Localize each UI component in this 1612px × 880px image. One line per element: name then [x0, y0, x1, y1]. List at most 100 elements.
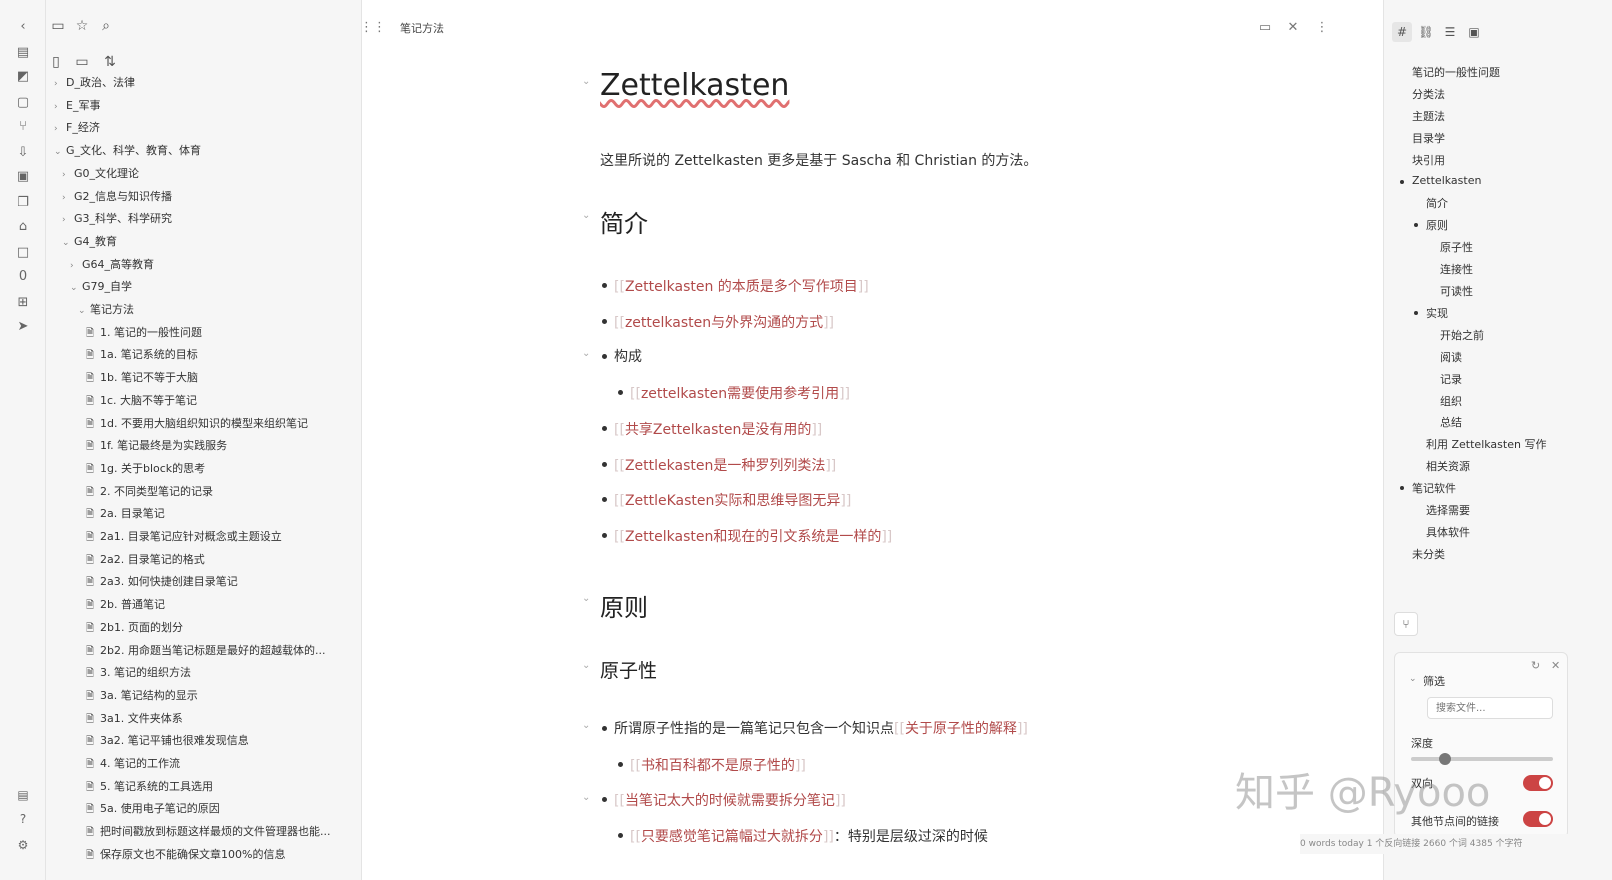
tree-file[interactable]: 🗎 4. 笔记的工作流: [86, 753, 180, 775]
outline-item[interactable]: 相关资源: [1426, 458, 1470, 474]
outline-item[interactable]: 原子性: [1440, 239, 1473, 255]
tree-file[interactable]: 🗎 2b. 普通笔记: [86, 594, 165, 616]
outline-item[interactable]: 阅读: [1440, 349, 1462, 365]
archive-icon[interactable]: ⌂: [14, 218, 32, 236]
outline-item[interactable]: 笔记软件: [1412, 480, 1456, 496]
graph-search-input[interactable]: [1427, 697, 1553, 719]
fold-toggle-icon[interactable]: ⌄: [582, 210, 590, 221]
help-icon[interactable]: ?: [14, 810, 32, 828]
calendar-icon[interactable]: ▣: [1464, 22, 1484, 42]
fold-toggle-icon[interactable]: ⌄: [582, 593, 590, 604]
tree-file[interactable]: 🗎 2b2. 用命题当笔记标题是最好的超越载体的...: [86, 640, 325, 662]
tree-folder[interactable]: › G3_科学、科学研究: [62, 208, 172, 230]
outline-item[interactable]: 连接性: [1440, 261, 1473, 277]
zero-icon[interactable]: 0: [14, 268, 32, 286]
tree-file[interactable]: 🗎 1a. 笔记系统的目标: [86, 344, 198, 366]
outline-item[interactable]: 具体软件: [1426, 524, 1470, 540]
tree-file[interactable]: 🗎 1d. 不要用大脑组织知识的模型来组织笔记: [86, 413, 308, 435]
outline-item[interactable]: 利用 Zettelkasten 写作: [1426, 436, 1546, 452]
wiki-link[interactable]: 只要感觉笔记篇幅过大就拆分: [641, 829, 823, 845]
outline-item[interactable]: 原则: [1426, 217, 1448, 233]
outline-item[interactable]: 实现: [1426, 305, 1448, 321]
tree-file[interactable]: 🗎 5a. 使用电子笔记的原因: [86, 798, 220, 820]
tree-file[interactable]: 🗎 2a. 目录笔记: [86, 503, 165, 525]
tree-file[interactable]: 🗎 2b1. 页面的划分: [86, 617, 183, 639]
wiki-link[interactable]: [[Zettelkasten 的本质是多个写作项目]]: [614, 276, 869, 296]
reading-view-icon[interactable]: ▭: [1255, 18, 1275, 38]
outline-item[interactable]: 笔记的一般性问题: [1412, 64, 1500, 80]
tree-file[interactable]: 🗎 3. 笔记的组织方法: [86, 662, 191, 684]
close-icon[interactable]: ✕: [1283, 18, 1303, 38]
sync-icon[interactable]: ⇩: [14, 144, 32, 162]
wiki-link[interactable]: [[Zettlekasten是一种罗列列类法]]: [614, 455, 836, 475]
tree-folder[interactable]: ⌄ G_文化、科学、教育、体育: [54, 140, 201, 162]
collapse-left-icon[interactable]: ‹: [14, 18, 32, 36]
outline-item[interactable]: 目录学: [1412, 130, 1445, 146]
reset-icon[interactable]: ↻: [1531, 659, 1540, 672]
sort-icon[interactable]: ⇅: [100, 52, 120, 72]
tree-folder[interactable]: ⌄ 笔记方法: [78, 299, 134, 321]
send-icon[interactable]: ➤: [14, 318, 32, 336]
fold-toggle-icon[interactable]: ⌄: [582, 348, 590, 359]
drag-handle-icon[interactable]: ⋮⋮: [360, 18, 386, 38]
wiki-link[interactable]: [[ZettleKasten实际和思维导图无异]]: [614, 490, 851, 510]
tree-file[interactable]: 🗎 2a2. 目录笔记的格式: [86, 549, 205, 571]
outline-item[interactable]: 简介: [1426, 195, 1448, 211]
chevron-down-icon[interactable]: ⌄: [1409, 674, 1417, 684]
bookmark-icon[interactable]: ☆: [72, 16, 92, 36]
fold-toggle-icon[interactable]: ⌄: [582, 792, 590, 803]
outline-item[interactable]: 可读性: [1440, 283, 1473, 299]
canvas-icon[interactable]: □: [14, 244, 32, 262]
outline-item[interactable]: 组织: [1440, 393, 1462, 409]
files-icon[interactable]: ▤: [14, 44, 32, 62]
tree-file[interactable]: 🗎 3a2. 笔记平铺也很难发现信息: [86, 730, 249, 752]
wiki-link[interactable]: 关于原子性的解释: [905, 721, 1017, 737]
template-icon[interactable]: ⊞: [14, 294, 32, 312]
git-icon[interactable]: ⑂: [14, 118, 32, 136]
copy-icon[interactable]: ❐: [14, 194, 32, 212]
tree-file[interactable]: 🗎 3a1. 文件夹体系: [86, 708, 183, 730]
tag-icon[interactable]: #: [1392, 22, 1412, 42]
tree-file[interactable]: 🗎 1f. 笔记最终是为实践服务: [86, 435, 227, 457]
outline-item[interactable]: 开始之前: [1440, 327, 1484, 343]
wiki-link[interactable]: [[zettelkasten与外界沟通的方式]]: [614, 312, 834, 332]
tree-folder[interactable]: › G2_信息与知识传播: [62, 186, 172, 208]
calendar-icon[interactable]: ▣: [14, 168, 32, 186]
toggle-switch[interactable]: [1523, 811, 1553, 827]
tab-title[interactable]: 笔记方法: [400, 20, 444, 36]
settings-icon[interactable]: ⚙: [14, 836, 32, 854]
tree-folder[interactable]: › D_政治、法律: [54, 72, 135, 94]
tree-file[interactable]: 🗎 1c. 大脑不等于笔记: [86, 390, 197, 412]
tree-file[interactable]: 🗎 把时间戳放到标题这样最烦的文件管理器也能...: [86, 821, 331, 843]
more-options-icon[interactable]: ⋮: [1312, 18, 1332, 38]
tree-file[interactable]: 🗎 2a3. 如何快捷创建目录笔记: [86, 571, 238, 593]
outline-item[interactable]: 总结: [1440, 414, 1462, 430]
outline-item[interactable]: 记录: [1440, 371, 1462, 387]
link-icon[interactable]: ⛓: [1416, 22, 1436, 42]
outline-item[interactable]: 主题法: [1412, 108, 1445, 124]
tree-file[interactable]: 🗎 保存原文也不能确保文章100%的信息: [86, 844, 285, 866]
fold-toggle-icon[interactable]: ⌄: [582, 720, 590, 731]
daily-note-icon[interactable]: ▢: [14, 94, 32, 112]
tree-file[interactable]: 🗎 3a. 笔记结构的显示: [86, 685, 198, 707]
wiki-link[interactable]: [[书和百科都不是原子性的]]: [630, 755, 806, 775]
tree-folder[interactable]: › G64_高等教育: [70, 254, 154, 276]
outline-list-icon[interactable]: ☰: [1440, 22, 1460, 42]
tree-folder[interactable]: › G0_文化理论: [62, 163, 139, 185]
tree-folder[interactable]: ⌄ G79_自学: [70, 276, 132, 298]
vault-icon[interactable]: ▤: [14, 786, 32, 804]
tree-file[interactable]: 🗎 2a1. 目录笔记应针对概念或主题设立: [86, 526, 282, 548]
outline-item[interactable]: 分类法: [1412, 86, 1445, 102]
wiki-link[interactable]: [[共享Zettelkasten是没有用的]]: [614, 419, 822, 439]
close-icon[interactable]: ✕: [1551, 659, 1560, 672]
tree-file[interactable]: 🗎 2. 不同类型笔记的记录: [86, 481, 213, 503]
fold-toggle-icon[interactable]: ⌄: [582, 660, 590, 671]
outline-item[interactable]: 未分类: [1412, 546, 1445, 562]
graph-icon[interactable]: ◩: [14, 68, 32, 86]
fold-toggle-icon[interactable]: ⌄: [582, 76, 590, 87]
wiki-link[interactable]: [[zettelkasten需要使用参考引用]]: [630, 383, 850, 403]
tree-file[interactable]: 🗎 5. 笔记系统的工具选用: [86, 776, 213, 798]
local-graph-icon[interactable]: ⑂: [1394, 612, 1418, 636]
tree-folder[interactable]: › F_经济: [54, 117, 100, 139]
tree-folder[interactable]: ⌄ G4_教育: [62, 231, 117, 253]
